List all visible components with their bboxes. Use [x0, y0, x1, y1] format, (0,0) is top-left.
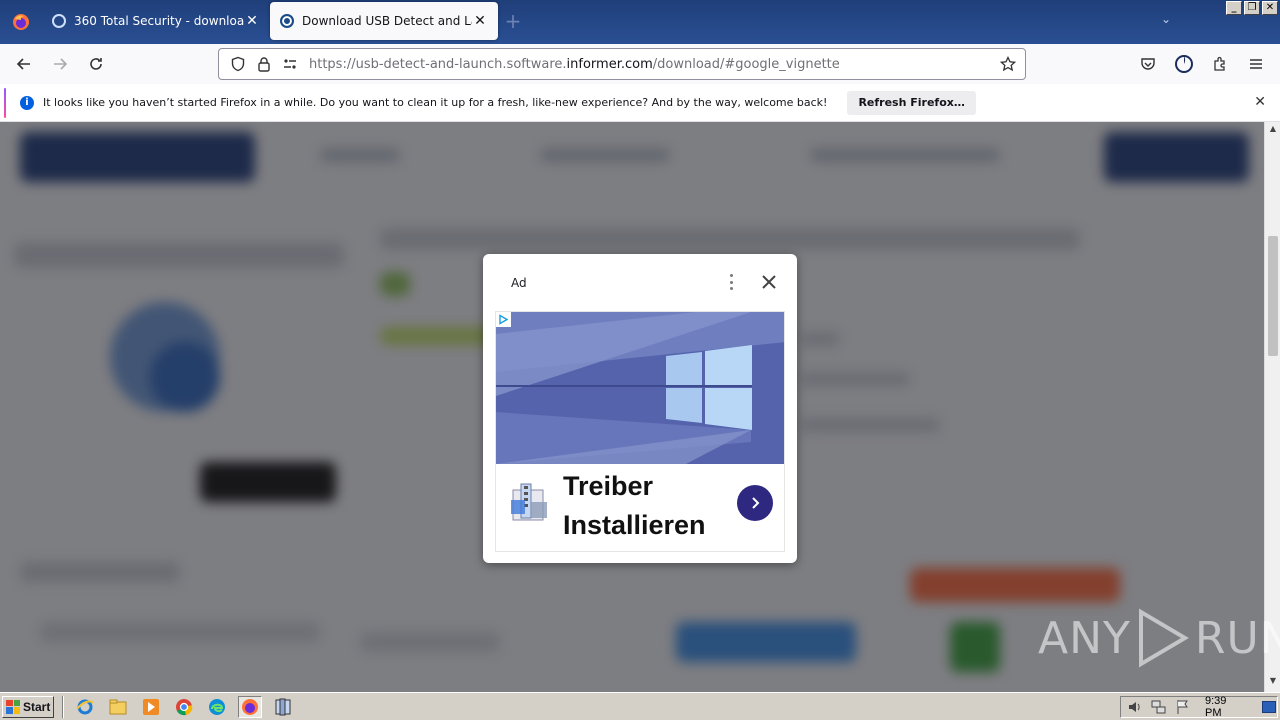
tab-usb-detect-and-launch[interactable]: Download USB Detect and Launch ✕ [270, 2, 498, 40]
page-scrollbar[interactable]: ▲ ▼ [1264, 122, 1280, 692]
tracking-protection-shield-icon[interactable] [225, 52, 251, 76]
lock-icon[interactable] [251, 52, 277, 76]
tab-title: Download USB Detect and Launch [302, 14, 472, 28]
taskbar-separator [62, 695, 64, 718]
refresh-firefox-button[interactable]: Refresh Firefox… [847, 90, 976, 115]
magnifier-favicon-icon [280, 14, 294, 28]
url-text[interactable]: https://usb-detect-and-launch.software.i… [309, 57, 995, 72]
close-window-button[interactable]: ✕ [1262, 1, 1278, 15]
anyrun-watermark: ANY RUN [1038, 608, 1280, 668]
magnifier-favicon-icon [52, 14, 66, 28]
tab-bar: 360 Total Security - download and ✕ Down… [0, 0, 1280, 44]
refresh-firefox-notification: i It looks like you haven’t started Fire… [0, 84, 1280, 122]
firefox-view-icon[interactable] [0, 0, 42, 44]
close-ad-icon[interactable] [759, 272, 779, 292]
media-player-icon[interactable] [139, 696, 163, 718]
firefox-taskbar-icon[interactable] [238, 695, 262, 718]
notification-accent [4, 88, 6, 118]
close-tab-icon[interactable]: ✕ [472, 13, 488, 29]
permissions-icon[interactable] [277, 52, 303, 76]
scroll-up-arrow-icon[interactable]: ▲ [1265, 124, 1280, 138]
volume-icon[interactable] [1127, 699, 1143, 715]
pocket-icon[interactable] [1130, 48, 1166, 80]
system-tray: 9:39 PM [1120, 695, 1278, 719]
extensions-puzzle-icon[interactable] [1202, 48, 1238, 80]
action-center-flag-icon[interactable] [1175, 699, 1191, 715]
winzip-archive-icon [507, 480, 553, 526]
taskbar-clock[interactable]: 9:39 PM [1205, 695, 1245, 719]
file-explorer-icon[interactable] [106, 696, 130, 718]
toolbar-right [1130, 48, 1274, 80]
edge-icon[interactable] [205, 696, 229, 718]
chrome-icon[interactable] [172, 696, 196, 718]
forward-arrow-icon[interactable] [42, 48, 78, 80]
close-tab-icon[interactable]: ✕ [244, 13, 260, 29]
tab-title: 360 Total Security - download and [74, 14, 244, 28]
adchoices-icon[interactable] [496, 312, 511, 327]
play-triangle-logo-icon [1138, 608, 1189, 668]
ad-open-chevron-button[interactable] [737, 485, 773, 521]
restore-button[interactable]: ❐ [1244, 1, 1260, 15]
info-icon: i [20, 95, 34, 110]
address-bar[interactable]: https://usb-detect-and-launch.software.i… [218, 48, 1026, 80]
reload-icon[interactable] [78, 48, 114, 80]
windows-logo-banner-image[interactable] [496, 312, 784, 464]
close-notification-icon[interactable]: ✕ [1254, 94, 1266, 110]
tab-360-total-security[interactable]: 360 Total Security - download and ✕ [42, 2, 270, 40]
windows-flag-icon [6, 699, 20, 714]
ad-creative[interactable]: Treiber Installieren [495, 311, 785, 552]
back-arrow-icon[interactable] [6, 48, 42, 80]
new-tab-plus-icon[interactable]: + [498, 2, 528, 40]
network-icon[interactable] [1151, 699, 1167, 715]
navigation-toolbar: https://usb-detect-and-launch.software.i… [0, 44, 1280, 84]
start-button[interactable]: Start [2, 695, 54, 718]
hamburger-menu-icon[interactable] [1238, 48, 1274, 80]
account-icon[interactable] [1166, 48, 1202, 80]
scroll-down-arrow-icon[interactable]: ▼ [1265, 676, 1280, 690]
ad-headline[interactable]: Treiber Installieren [563, 467, 706, 545]
notification-message: It looks like you haven’t started Firefo… [43, 96, 828, 109]
internet-explorer-icon[interactable] [73, 696, 97, 718]
scrollbar-thumb[interactable] [1268, 236, 1278, 356]
window-controls: _ ❐ ✕ [1226, 1, 1278, 15]
ad-label: Ad [511, 276, 527, 290]
list-all-tabs-chevron-icon[interactable]: ⌄ [1156, 12, 1176, 32]
bookmark-star-icon[interactable] [995, 52, 1021, 76]
minimize-button[interactable]: _ [1226, 1, 1242, 15]
windows-taskbar: Start 9:39 PM [0, 692, 1280, 720]
chevron-right-icon [752, 497, 760, 509]
ad-options-kebab-icon[interactable] [723, 272, 739, 292]
installer-app-icon[interactable] [271, 696, 295, 718]
show-desktop-icon[interactable] [1261, 699, 1277, 715]
google-vignette-ad: Ad Treiber Installieren [483, 254, 797, 563]
